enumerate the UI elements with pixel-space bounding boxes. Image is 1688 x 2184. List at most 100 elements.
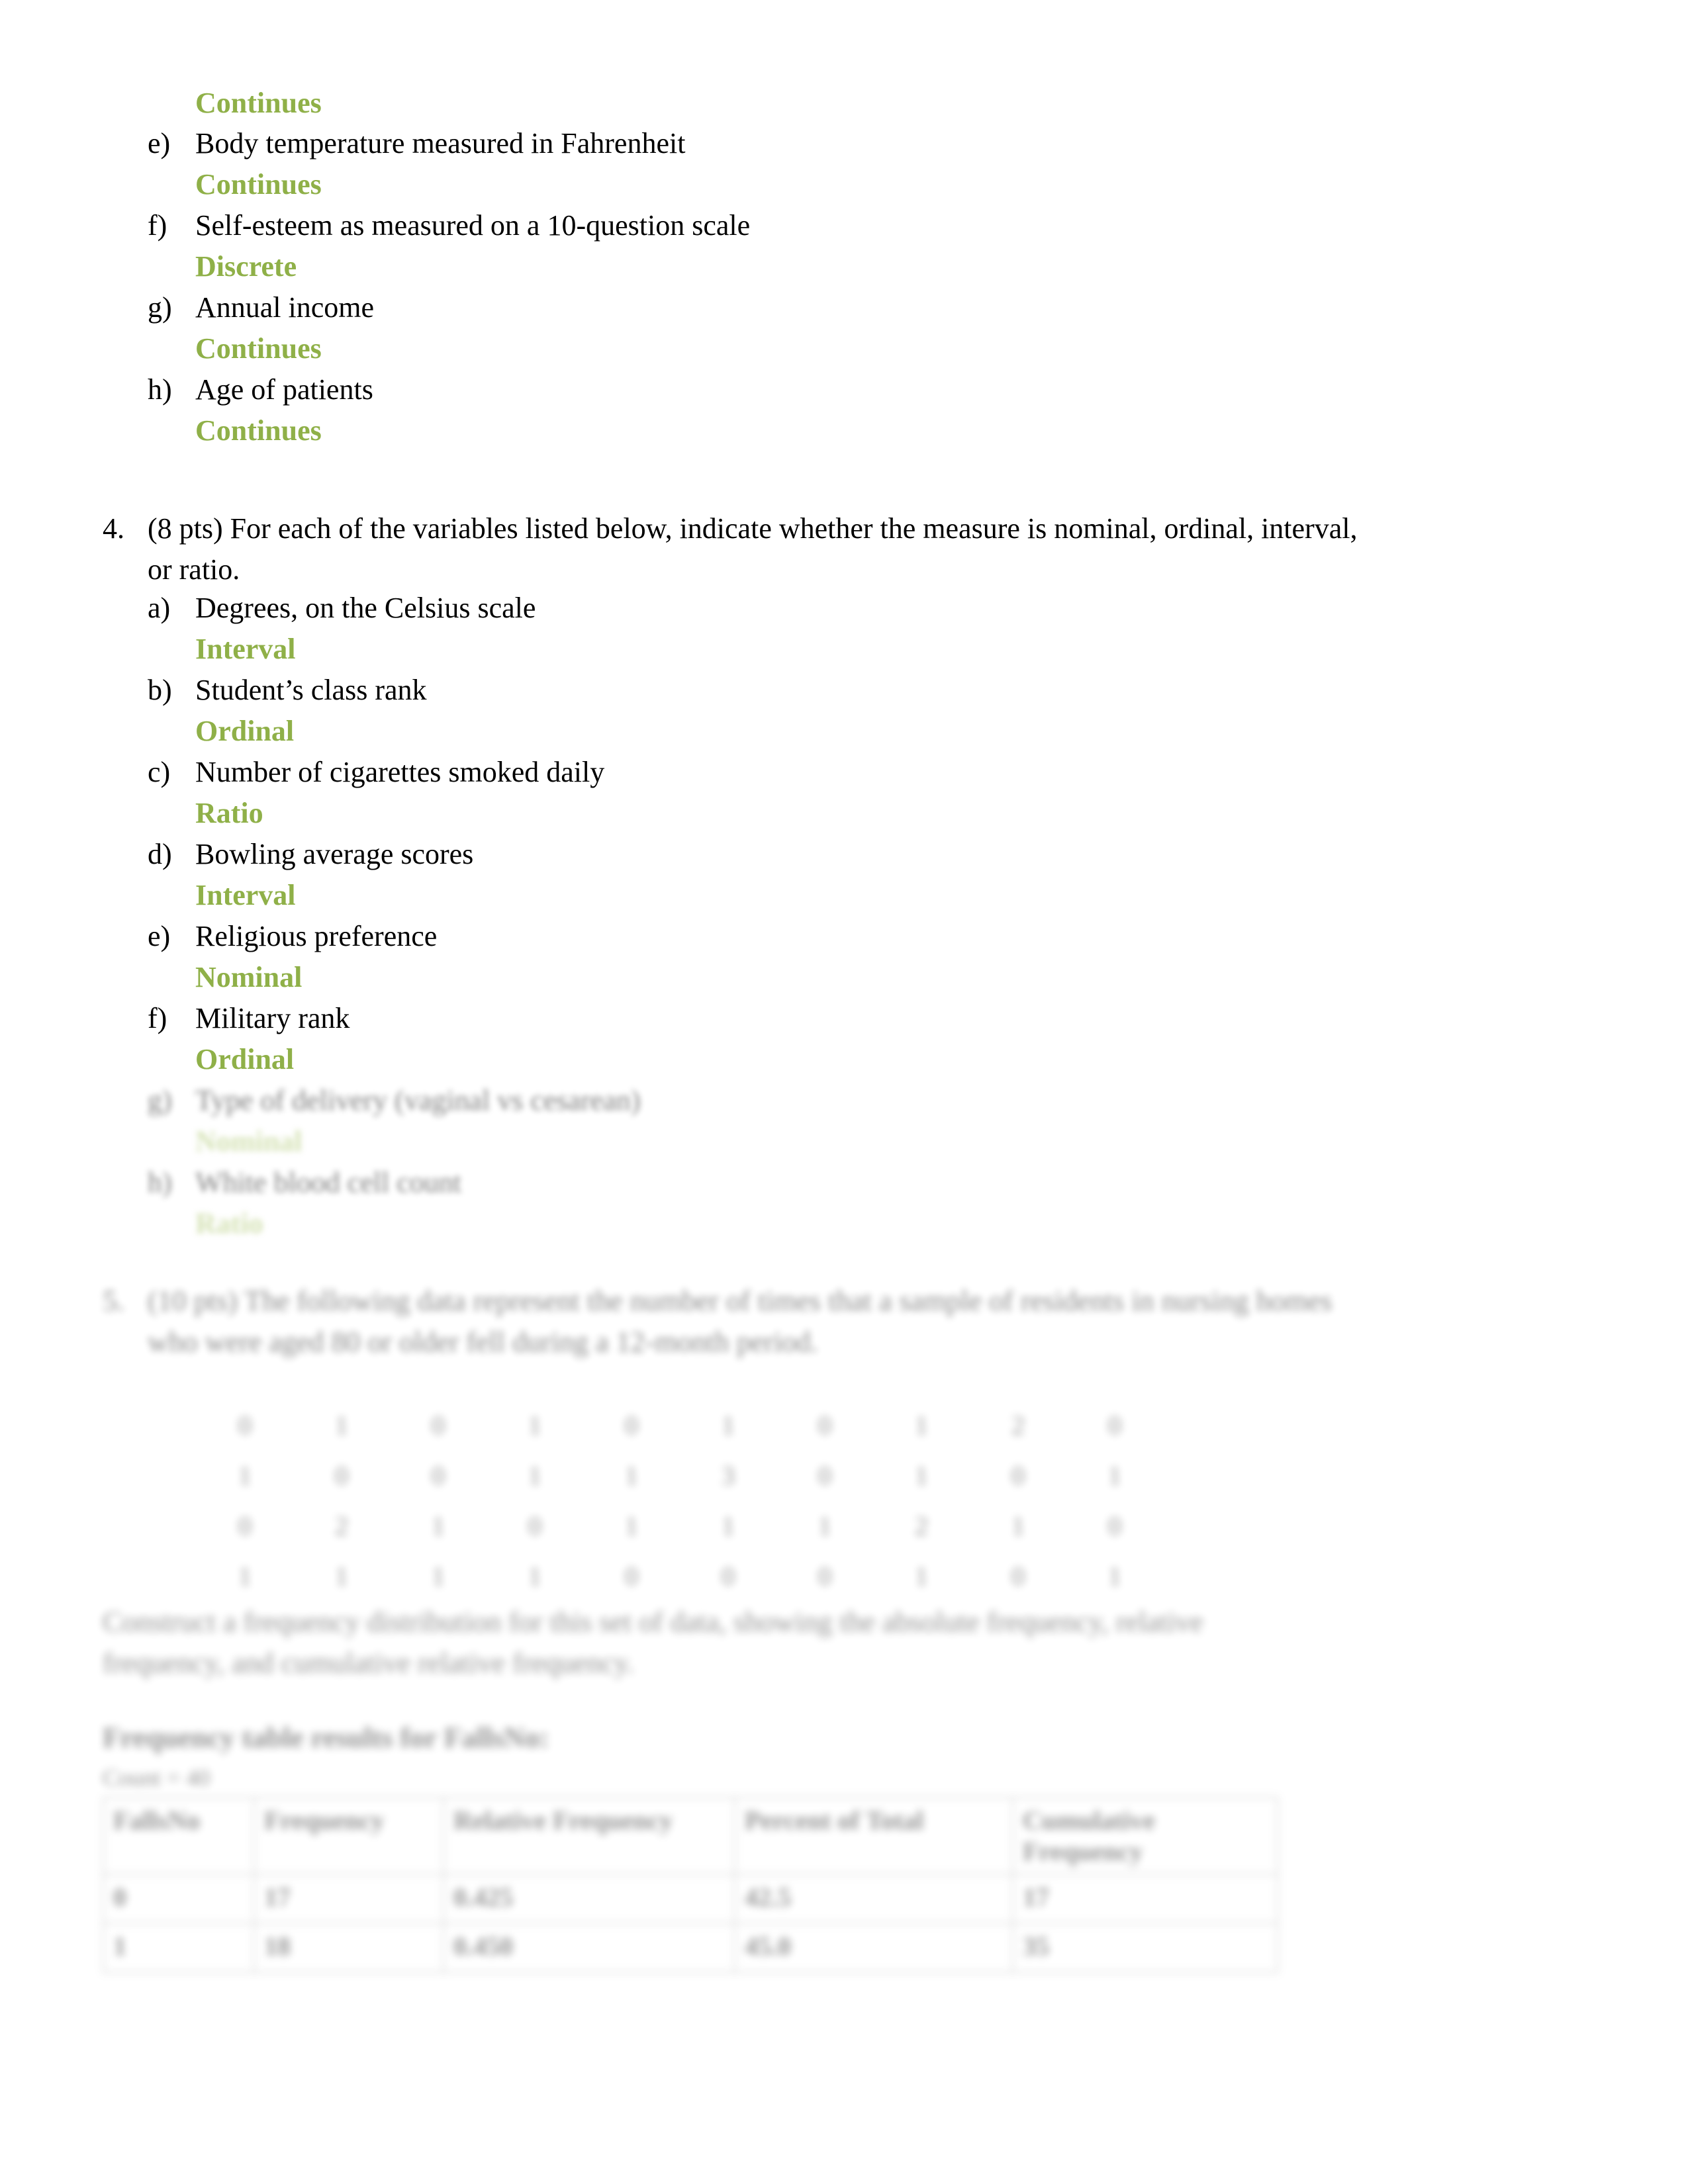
data-value: 0 <box>625 1410 638 1440</box>
q5-prompt-row: 5. (10 pts) The following data represent… <box>103 1281 1532 1363</box>
q4-item-f-row: f) Military rank <box>148 998 350 1039</box>
q4-item-h-row: h) White blood cell count <box>148 1162 461 1203</box>
data-value: 1 <box>1108 1461 1121 1490</box>
q4-item-g-text: Type of delivery (vaginal vs cesarean) <box>195 1084 641 1116</box>
data-value: 1 <box>915 1561 928 1591</box>
q4-item-a-text: Degrees, on the Celsius scale <box>195 592 536 624</box>
q3-item-h-text: Age of patients <box>195 373 373 406</box>
q4-item-h-text: White blood cell count <box>195 1166 461 1199</box>
q4-item-a-marker: a) <box>148 592 171 624</box>
q3-item-g-answer: Continues <box>195 332 322 365</box>
q5-instruction: Construct a frequency distribution for t… <box>103 1602 1493 1684</box>
q5-prompt-line1: (10 pts) The following data represent th… <box>148 1285 1333 1317</box>
q4-item-b-answer: Ordinal <box>195 715 295 747</box>
data-value: 0 <box>625 1561 638 1591</box>
data-value: 0 <box>1011 1561 1025 1591</box>
data-value: 0 <box>1108 1511 1121 1541</box>
data-value: 1 <box>722 1410 735 1440</box>
q3-item-f-text: Self-esteem as measured on a 10-question… <box>195 209 751 242</box>
data-value: 0 <box>528 1511 541 1541</box>
data-value: 1 <box>528 1461 541 1490</box>
cell-relative-frequency: 0.450 <box>443 1923 735 1973</box>
q3-item-e: e) Body temperature measured in Fahrenhe… <box>148 123 685 205</box>
q4-item-c-answer: Ratio <box>195 797 263 829</box>
q3-item-h: h) Age of patients Continues <box>148 369 373 451</box>
q3-item-h-row: h) Age of patients <box>148 369 373 410</box>
q4-item-e: e) Religious preference Nominal <box>148 916 437 998</box>
q4-prompt-text: (8 pts) For each of the variables listed… <box>148 508 1357 590</box>
cell-percent-of-total: 42.5 <box>734 1874 1013 1924</box>
q4-item-c: c) Number of cigarettes smoked daily Rat… <box>148 752 604 834</box>
q4-item-h-marker: h) <box>148 1166 172 1199</box>
data-value: 1 <box>722 1511 735 1541</box>
q4-item-e-answer: Nominal <box>195 961 303 993</box>
q4-item-h: h) White blood cell count Ratio <box>148 1162 461 1244</box>
data-value: 1 <box>335 1561 348 1591</box>
data-value: 1 <box>528 1410 541 1440</box>
q4-item-b-row: b) Student’s class rank <box>148 670 427 711</box>
q4-item-d-row: d) Bowling average scores <box>148 834 473 875</box>
q3-item-f-marker: f) <box>148 209 167 242</box>
q3-item-f-answer: Discrete <box>195 250 297 283</box>
cell-frequency: 17 <box>254 1874 444 1924</box>
q3-item-e-marker: e) <box>148 127 171 159</box>
q5-results-caption: Frequency table results for FallsNo: <box>103 1721 549 1754</box>
q4-prompt-line1: (8 pts) For each of the variables listed… <box>148 512 1358 545</box>
q3-leading-answer: Continues <box>195 87 322 119</box>
q4-item-c-marker: c) <box>148 756 171 788</box>
q5-prompt-line2: who were aged 80 or older fell during a … <box>148 1326 818 1358</box>
q4-item-g-row: g) Type of delivery (vaginal vs cesarean… <box>148 1080 641 1121</box>
q3-item-g-text: Annual income <box>195 291 375 324</box>
data-value: 1 <box>432 1561 445 1591</box>
q4-item-f-answer: Ordinal <box>195 1043 295 1075</box>
q3-item-e-row: e) Body temperature measured in Fahrenhe… <box>148 123 685 164</box>
table-row: 1 18 0.450 45.0 35 <box>103 1923 1278 1973</box>
q4-item-g: g) Type of delivery (vaginal vs cesarean… <box>148 1080 641 1162</box>
data-value: 1 <box>625 1461 638 1490</box>
q5-number: 5. <box>103 1285 124 1317</box>
data-value: 0 <box>1011 1461 1025 1490</box>
q4-item-e-marker: e) <box>148 920 171 952</box>
q4-item-f-marker: f) <box>148 1002 167 1034</box>
data-value: 0 <box>238 1511 252 1541</box>
q4-prompt-line2: or ratio. <box>148 553 240 586</box>
cell-frequency: 18 <box>254 1923 444 1973</box>
q4-item-d-marker: d) <box>148 838 172 870</box>
data-value: 1 <box>238 1461 252 1490</box>
col-header-cumulative-frequency: Cumulative Frequency <box>1012 1797 1278 1875</box>
q4-item-e-text: Religious preference <box>195 920 438 952</box>
q4-item-h-answer: Ratio <box>195 1207 263 1240</box>
q3-item-g: g) Annual income Continues <box>148 287 374 369</box>
data-value: 3 <box>722 1461 735 1490</box>
data-value: 1 <box>528 1561 541 1591</box>
q4-item-d-text: Bowling average scores <box>195 838 474 870</box>
data-value: 0 <box>818 1561 831 1591</box>
frequency-table: FallsNo Frequency Relative Frequency Per… <box>103 1797 1278 1973</box>
data-value: 0 <box>432 1410 445 1440</box>
q5-prompt-text: (10 pts) The following data represent th… <box>148 1281 1332 1363</box>
q4-item-c-text: Number of cigarettes smoked daily <box>195 756 605 788</box>
q3-item-f: f) Self-esteem as measured on a 10-quest… <box>148 205 750 287</box>
exam-answer-page: Continues e) Body temperature measured i… <box>0 0 1688 2184</box>
q4-item-g-answer: Nominal <box>195 1125 303 1158</box>
data-value: 2 <box>915 1511 928 1541</box>
q5-prompt: 5. (10 pts) The following data represent… <box>103 1281 1532 1363</box>
data-value: 0 <box>432 1461 445 1490</box>
q3-item-g-marker: g) <box>148 291 172 324</box>
cell-fallsno: 0 <box>103 1874 255 1924</box>
data-value: 0 <box>818 1410 831 1440</box>
q4-item-e-row: e) Religious preference <box>148 916 437 957</box>
q3-item-h-marker: h) <box>148 373 172 406</box>
data-value: 1 <box>1011 1511 1025 1541</box>
data-value: 2 <box>1011 1410 1025 1440</box>
data-value: 1 <box>238 1561 252 1591</box>
q4-item-b-text: Student’s class rank <box>195 674 427 706</box>
q4-prompt-row: 4. (8 pts) For each of the variables lis… <box>103 508 1506 590</box>
data-value: 1 <box>915 1410 928 1440</box>
col-header-relative-frequency: Relative Frequency <box>443 1797 735 1875</box>
data-value: 1 <box>1108 1561 1121 1591</box>
data-value: 1 <box>818 1511 831 1541</box>
q3-item-h-answer: Continues <box>195 414 322 447</box>
q4-item-a: a) Degrees, on the Celsius scale Interva… <box>148 588 536 670</box>
q3-item-f-row: f) Self-esteem as measured on a 10-quest… <box>148 205 750 246</box>
